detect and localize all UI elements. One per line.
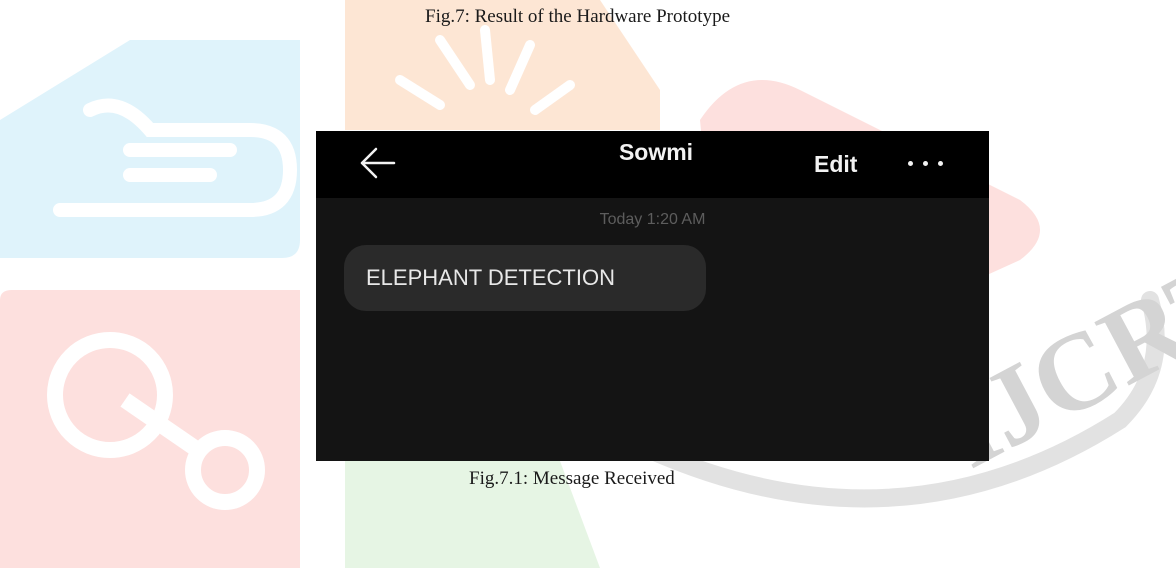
figure-caption-bottom: Fig.7.1: Message Received — [469, 468, 675, 489]
figure-caption-top: Fig.7: Result of the Hardware Prototype — [425, 6, 731, 27]
arrow-left-icon[interactable] — [358, 145, 398, 181]
more-horizontal-icon[interactable] — [906, 153, 946, 173]
edit-button[interactable]: Edit — [814, 151, 857, 178]
contact-name: Sowmi — [618, 139, 694, 165]
message-bubble[interactable]: ELEPHANT DETECTION — [344, 245, 706, 311]
message-header: Sowmi Edit — [316, 131, 989, 198]
message-timestamp: Today 1:20 AM — [599, 211, 706, 228]
message-screenshot: Sowmi Edit Today 1:20 AM ELEPHANT DETECT… — [316, 131, 989, 461]
